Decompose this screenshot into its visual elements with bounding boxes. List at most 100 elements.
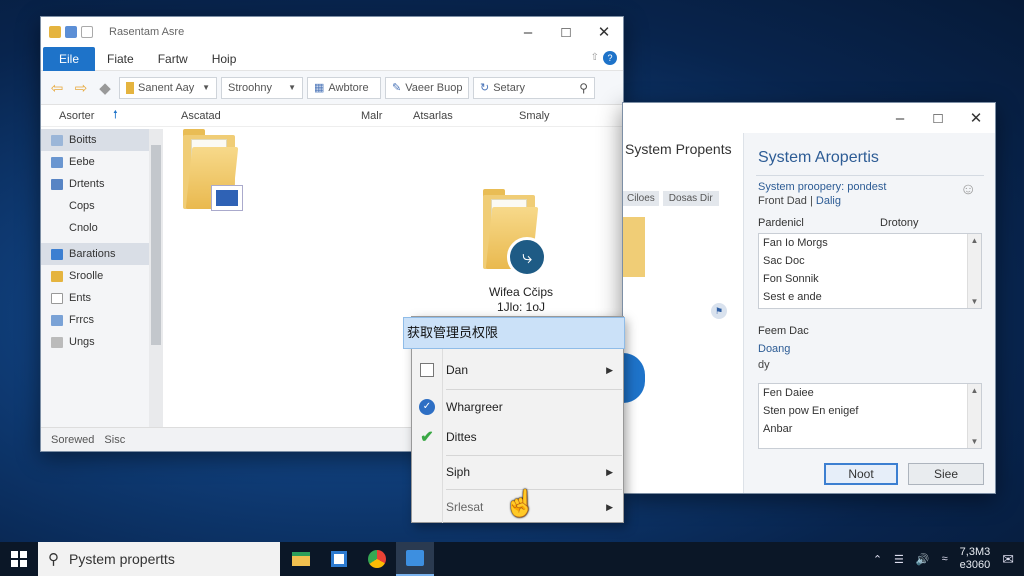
info-icon[interactable]: ⚑ bbox=[711, 303, 727, 319]
list-item[interactable]: Sac Doc bbox=[759, 252, 981, 270]
checkmark-icon bbox=[51, 248, 63, 260]
menu-file[interactable]: Eile bbox=[43, 46, 96, 71]
context-menu-item[interactable]: Siph ▶ bbox=[412, 457, 623, 487]
search-input[interactable]: ↻ Setary ⚲ bbox=[473, 76, 595, 99]
context-menu-item[interactable]: ✔ Dittes bbox=[412, 422, 623, 452]
taskbar-file-explorer[interactable] bbox=[282, 542, 320, 576]
document-icon[interactable] bbox=[81, 26, 93, 38]
list-item[interactable]: Sest e ande bbox=[759, 288, 981, 306]
notification-icon[interactable]: ✉ bbox=[1002, 551, 1014, 568]
chevron-down-icon[interactable]: ▼ bbox=[202, 83, 210, 92]
section-label: Feem Dac bbox=[758, 325, 809, 337]
sort-up-icon[interactable]: 🠕 bbox=[113, 106, 118, 125]
checkmark-icon: ✔ bbox=[420, 429, 434, 446]
tab-hardware[interactable]: Dosas Dir bbox=[662, 191, 719, 206]
menu-view[interactable]: Fartw bbox=[146, 47, 200, 71]
taskbar-search-box[interactable]: ⚲ Pystem propertts bbox=[38, 542, 280, 576]
close-button[interactable]: ✕ bbox=[957, 103, 995, 133]
sidebar-item[interactable]: Eebe bbox=[41, 151, 162, 173]
sysprop-titlebar[interactable]: – □ ✕ bbox=[623, 103, 995, 133]
list-item[interactable]: Sten pow En enigef bbox=[759, 402, 981, 420]
link-doang[interactable]: Doang bbox=[758, 343, 790, 355]
column-header[interactable]: Ascatad bbox=[181, 110, 221, 122]
search-icon[interactable]: ⚲ bbox=[579, 81, 588, 95]
tag-icon[interactable]: ◆ bbox=[95, 79, 115, 97]
detail-list[interactable]: Fen Daiee Sten pow En enigef Anbar ▲ ▼ bbox=[758, 383, 982, 449]
user-icon[interactable]: ☺ bbox=[960, 181, 976, 199]
list-item[interactable]: Fan Io Morgs bbox=[759, 234, 981, 252]
ok-button[interactable]: Noot bbox=[824, 463, 898, 485]
tab-general[interactable]: Ciloes bbox=[623, 191, 659, 206]
filter-dropdown[interactable]: Stroohny ▼ bbox=[221, 76, 303, 99]
sidebar-item[interactable]: Boitts bbox=[41, 129, 162, 151]
list-item[interactable]: Fen Daiee bbox=[759, 384, 981, 402]
maximize-button[interactable]: □ bbox=[547, 17, 585, 47]
chevron-right-icon: ▶ bbox=[606, 466, 613, 477]
link-dalig[interactable]: Dalig bbox=[816, 195, 841, 207]
sidebar-item[interactable]: Cnolo bbox=[41, 217, 162, 239]
sidebar-scroll-thumb[interactable] bbox=[151, 145, 161, 345]
expand-ribbon-icon[interactable]: ⇧ bbox=[591, 52, 599, 63]
close-button[interactable]: ✕ bbox=[585, 17, 623, 47]
context-menu-item[interactable]: ✓ Whargreer bbox=[412, 392, 623, 422]
hand-cursor-icon: ☝ bbox=[504, 488, 537, 518]
forward-arrow-icon[interactable]: ⇨ bbox=[71, 79, 91, 97]
document-icon bbox=[51, 178, 63, 190]
column-header[interactable]: Smaly bbox=[519, 110, 550, 122]
column-header[interactable]: Malr bbox=[361, 110, 382, 122]
menu-help[interactable]: Hoip bbox=[200, 47, 249, 71]
folder-icon bbox=[292, 552, 310, 566]
volume-icon[interactable]: 🔊 bbox=[916, 553, 930, 566]
minimize-button[interactable]: – bbox=[509, 17, 547, 47]
context-menu-item[interactable]: Dan ▶ bbox=[412, 355, 623, 385]
chevron-down-icon[interactable]: ▼ bbox=[288, 83, 296, 92]
folder-item[interactable] bbox=[183, 129, 245, 219]
maximize-button[interactable]: □ bbox=[919, 103, 957, 133]
menu-edit[interactable]: Fiate bbox=[95, 47, 146, 71]
chevron-down-icon[interactable]: ▼ bbox=[971, 437, 979, 446]
folder-label[interactable]: Wifea Cčips 1Jlo: 1oJ bbox=[461, 285, 581, 315]
chevron-up-icon[interactable]: ▲ bbox=[971, 386, 979, 395]
sidebar-item[interactable]: Drtents bbox=[41, 173, 162, 195]
link-system-property[interactable]: System proopery: pondest bbox=[758, 181, 886, 193]
chevron-up-icon[interactable]: ⌃ bbox=[873, 553, 882, 566]
chevron-up-icon[interactable]: ▲ bbox=[971, 236, 979, 245]
chevron-down-icon[interactable]: ▼ bbox=[971, 297, 979, 306]
list-item[interactable]: Fon Sonnik bbox=[759, 270, 981, 288]
list-scrollbar[interactable]: ▲ ▼ bbox=[967, 384, 981, 448]
back-arrow-icon[interactable]: ⇦ bbox=[47, 79, 67, 97]
list-scrollbar[interactable]: ▲ ▼ bbox=[967, 234, 981, 308]
mail-icon bbox=[406, 550, 424, 566]
minimize-button[interactable]: – bbox=[881, 103, 919, 133]
check-circle-icon: ✓ bbox=[419, 399, 435, 415]
menu-bar: Eile Fiate Fartw Hoip ⇧ ? bbox=[41, 46, 623, 71]
toolbar-button-b[interactable]: ✎ Vaeer Buop bbox=[385, 76, 469, 99]
sidebar-item[interactable]: Ents bbox=[41, 287, 162, 309]
sidebar-item[interactable]: Barations bbox=[41, 243, 162, 265]
address-bar[interactable]: Sanent Aay ▼ bbox=[119, 76, 217, 99]
help-icon[interactable]: ? bbox=[603, 51, 617, 65]
cancel-button[interactable]: Siee bbox=[908, 463, 984, 485]
property-list[interactable]: Fan Io Morgs Sac Doc Fon Sonnik Sest e a… bbox=[758, 233, 982, 309]
toolbar-button-a[interactable]: ▦ Awbtore bbox=[307, 76, 381, 99]
sidebar-item[interactable]: Frrcs bbox=[41, 309, 162, 331]
start-button[interactable] bbox=[0, 542, 38, 576]
list-item[interactable]: Anbar bbox=[759, 420, 981, 438]
sidebar-item[interactable]: Sroolle bbox=[41, 265, 162, 287]
column-label: Drotony bbox=[880, 217, 919, 229]
column-header[interactable]: Atsarlas bbox=[413, 110, 453, 122]
wifi-icon[interactable]: ≈ bbox=[942, 553, 948, 565]
taskbar-browser[interactable] bbox=[358, 542, 396, 576]
folder-item-selected[interactable]: ⤷ bbox=[483, 189, 563, 285]
save-icon[interactable] bbox=[65, 26, 77, 38]
taskbar-active-app[interactable] bbox=[396, 542, 434, 576]
network-icon[interactable]: ☰ bbox=[894, 553, 904, 566]
explorer-titlebar[interactable]: Rasentam Asre – □ ✕ bbox=[41, 17, 623, 47]
sidebar-item[interactable]: Cops bbox=[41, 195, 162, 217]
refresh-icon: ↻ bbox=[480, 82, 490, 94]
sidebar-item[interactable]: Ungs bbox=[41, 331, 162, 353]
column-header[interactable]: Asorter bbox=[59, 110, 94, 122]
clock[interactable]: 7,3M3 e3060 bbox=[960, 546, 991, 572]
taskbar-store[interactable] bbox=[320, 542, 358, 576]
context-menu-item-highlighted[interactable]: 获取管理员权限 bbox=[403, 317, 625, 349]
